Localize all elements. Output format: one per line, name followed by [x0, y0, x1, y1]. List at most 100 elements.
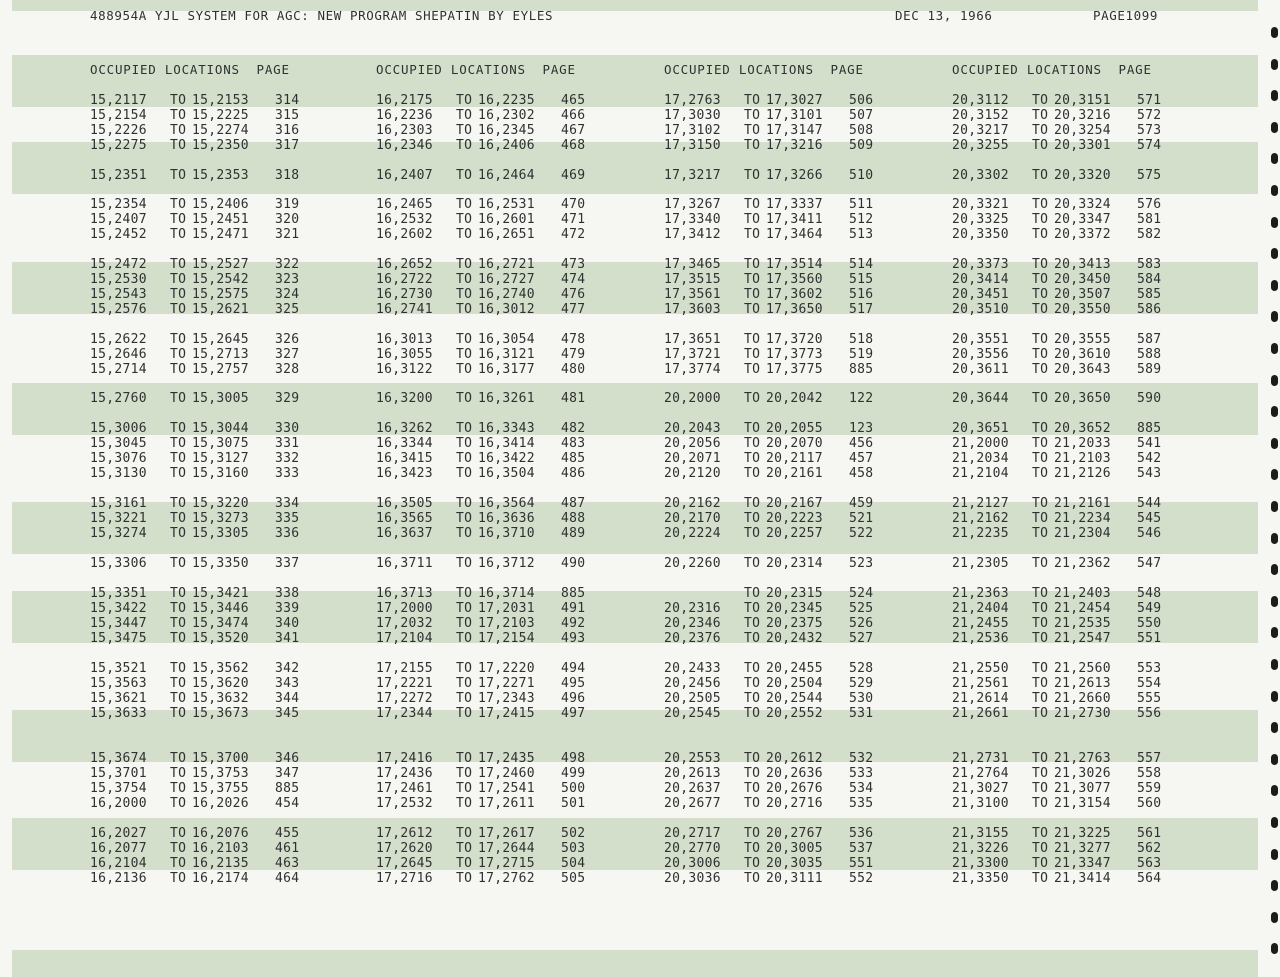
to-label: TO: [170, 227, 187, 242]
to-location: 15,2353: [192, 168, 249, 183]
to-location: 16,2651: [478, 227, 535, 242]
page-ref: 506: [849, 93, 874, 108]
page-ref: 493: [561, 631, 586, 646]
to-label: TO: [170, 362, 187, 377]
to-location: 17,2715: [478, 856, 535, 871]
to-location: 17,3514: [766, 257, 823, 272]
from-location: 16,2136: [90, 871, 147, 886]
to-label: TO: [456, 347, 473, 362]
from-location: 17,3267: [664, 197, 721, 212]
to-label: TO: [1032, 511, 1049, 526]
to-label: TO: [170, 601, 187, 616]
page-ref: 328: [275, 362, 300, 377]
from-location: 16,3565: [376, 511, 433, 526]
to-location: 21,2362: [1054, 556, 1111, 571]
to-location: 16,2464: [478, 168, 535, 183]
page-ref: 474: [561, 272, 586, 287]
to-label: TO: [170, 691, 187, 706]
from-location: 15,3351: [90, 586, 147, 601]
from-location: 20,3036: [664, 871, 721, 886]
to-label: TO: [456, 526, 473, 541]
to-location: 20,2314: [766, 556, 823, 571]
to-location: 15,2713: [192, 347, 249, 362]
to-location: 21,3077: [1054, 781, 1111, 796]
to-location: 17,3337: [766, 197, 823, 212]
from-location: 15,2760: [90, 391, 147, 406]
to-label: TO: [170, 871, 187, 886]
to-location: 15,3421: [192, 586, 249, 601]
page-ref: 464: [275, 871, 300, 886]
to-label: TO: [456, 108, 473, 123]
to-location: 20,2767: [766, 826, 823, 841]
page-ref: 556: [1137, 706, 1162, 721]
from-location: 16,3055: [376, 347, 433, 362]
to-label: TO: [1032, 138, 1049, 153]
to-location: 16,2601: [478, 212, 535, 227]
page-ref: 480: [561, 362, 586, 377]
to-label: TO: [744, 257, 761, 272]
page-ref: 489: [561, 526, 586, 541]
to-location: 17,2415: [478, 706, 535, 721]
to-label: TO: [744, 841, 761, 856]
page-ref: 535: [849, 796, 874, 811]
to-location: 21,3277: [1054, 841, 1111, 856]
to-location: 17,3650: [766, 302, 823, 317]
to-label: TO: [456, 212, 473, 227]
to-label: TO: [744, 362, 761, 377]
to-label: TO: [170, 631, 187, 646]
page-ref: 547: [1137, 556, 1162, 571]
page-ref: 494: [561, 661, 586, 676]
to-location: 16,2531: [478, 197, 535, 212]
from-location: 21,2000: [952, 436, 1009, 451]
sprocket-hole: [1271, 437, 1278, 449]
to-location: 20,3555: [1054, 332, 1111, 347]
sprocket-hole: [1271, 279, 1278, 291]
page-ref: 467: [561, 123, 586, 138]
to-label: TO: [1032, 766, 1049, 781]
to-location: 15,3700: [192, 751, 249, 766]
page-ref: 504: [561, 856, 586, 871]
from-location: 16,2602: [376, 227, 433, 242]
page-ref: 343: [275, 676, 300, 691]
page-ref: 485: [561, 451, 586, 466]
page-ref: 510: [849, 168, 874, 183]
to-location: 15,3632: [192, 691, 249, 706]
to-label: TO: [456, 856, 473, 871]
from-location: 21,2034: [952, 451, 1009, 466]
from-location: 20,2000: [664, 391, 721, 406]
to-location: 15,3075: [192, 436, 249, 451]
from-location: 16,2027: [90, 826, 147, 841]
to-location: 17,2762: [478, 871, 535, 886]
from-location: 20,3551: [952, 332, 1009, 347]
to-label: TO: [1032, 856, 1049, 871]
page-ref: 513: [849, 227, 874, 242]
to-location: 21,3026: [1054, 766, 1111, 781]
to-location: 21,2304: [1054, 526, 1111, 541]
to-label: TO: [1032, 616, 1049, 631]
to-label: TO: [456, 676, 473, 691]
to-location: 16,2740: [478, 287, 535, 302]
from-location: 16,2652: [376, 257, 433, 272]
sprocket-hole: [1271, 564, 1278, 576]
to-location: 16,3504: [478, 466, 535, 481]
from-location: 17,3515: [664, 272, 721, 287]
to-location: 17,2611: [478, 796, 535, 811]
page-ref: 533: [849, 766, 874, 781]
to-location: 17,3216: [766, 138, 823, 153]
from-location: 16,2303: [376, 123, 433, 138]
to-location: 21,2730: [1054, 706, 1111, 721]
to-label: TO: [170, 526, 187, 541]
from-location: 17,2272: [376, 691, 433, 706]
from-location: 17,3102: [664, 123, 721, 138]
to-label: TO: [1032, 841, 1049, 856]
to-location: 16,2135: [192, 856, 249, 871]
to-label: TO: [170, 347, 187, 362]
page-ref: 553: [1137, 661, 1162, 676]
page-ref: 562: [1137, 841, 1162, 856]
to-location: 20,3320: [1054, 168, 1111, 183]
to-location: 16,3054: [478, 332, 535, 347]
to-location: 20,2612: [766, 751, 823, 766]
to-label: TO: [744, 302, 761, 317]
to-location: 15,3673: [192, 706, 249, 721]
from-location: 21,3226: [952, 841, 1009, 856]
